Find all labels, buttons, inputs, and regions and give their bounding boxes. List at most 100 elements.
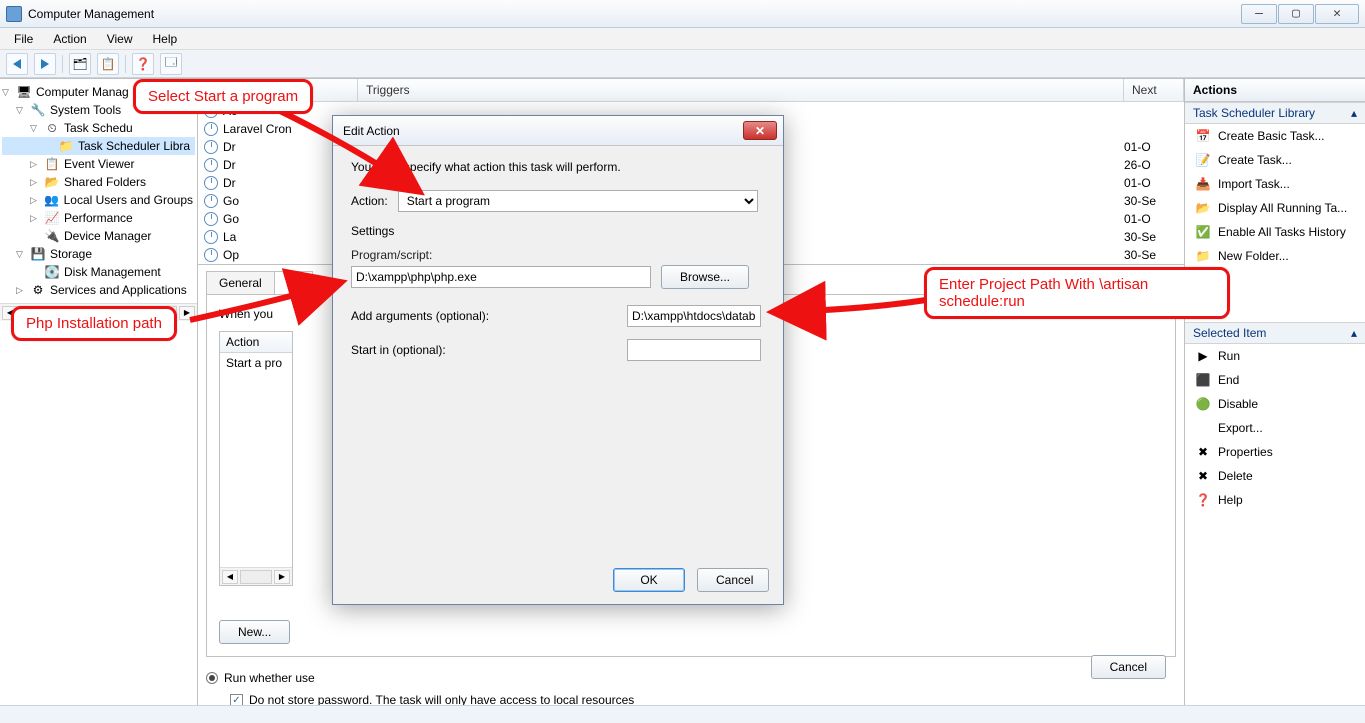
action-icon: 📅: [1195, 128, 1211, 144]
action-cell[interactable]: Start a pro: [220, 353, 292, 373]
action-item[interactable]: 🟢 Disable: [1185, 392, 1365, 416]
tree-label: Computer Manag: [36, 85, 129, 99]
tab-triggers[interactable]: Tri: [274, 271, 314, 294]
action-select[interactable]: Start a program: [398, 190, 758, 212]
toolbar-separator: [62, 55, 63, 73]
action-item[interactable]: Export...: [1185, 416, 1365, 440]
toolbar-icon-1[interactable]: 🗂: [69, 53, 91, 75]
close-button[interactable]: ✕: [1315, 4, 1359, 24]
action-item[interactable]: 📥Import Task...: [1185, 172, 1365, 196]
action-label: Enable All Tasks History: [1218, 225, 1346, 239]
tree-twist-icon[interactable]: [30, 159, 40, 170]
tree-node[interactable]: 💾Storage: [2, 245, 195, 263]
action-item[interactable]: 📂Display All Running Ta...: [1185, 196, 1365, 220]
program-label: Program/script:: [351, 248, 765, 262]
tree-icon: 📂: [44, 174, 60, 190]
task-next: 30-Se: [1124, 230, 1184, 244]
maximize-button[interactable]: ▢: [1278, 4, 1314, 24]
tree-node[interactable]: ⏲Task Schedu: [2, 119, 195, 137]
dialog-title: Edit Action: [343, 124, 400, 138]
nav-forward-button[interactable]: [34, 53, 56, 75]
task-next: 26-O: [1124, 158, 1184, 172]
toolbar-icon-2[interactable]: 📋: [97, 53, 119, 75]
nav-back-button[interactable]: [6, 53, 28, 75]
outer-cancel-button[interactable]: Cancel: [1091, 655, 1166, 679]
action-item[interactable]: ✖Delete: [1185, 464, 1365, 488]
action-item[interactable]: 📁New Folder...: [1185, 244, 1365, 268]
clock-icon: [204, 158, 218, 172]
program-input[interactable]: [351, 266, 651, 288]
browse-button[interactable]: Browse...: [661, 265, 749, 289]
tree-twist-icon[interactable]: [16, 105, 26, 116]
action-icon: ✖: [1195, 444, 1211, 460]
tree-twist-icon[interactable]: [30, 213, 40, 224]
task-name: La: [223, 230, 236, 244]
tree-label: Local Users and Groups: [64, 193, 193, 207]
task-name: Dr: [223, 176, 236, 190]
dialog-close-button[interactable]: ✕: [743, 121, 777, 140]
minimize-button[interactable]: —: [1241, 4, 1277, 24]
actions-section-1[interactable]: Task Scheduler Library▴: [1185, 102, 1365, 124]
startin-input[interactable]: [627, 339, 761, 361]
tree-node[interactable]: ⚙Services and Applications: [2, 281, 195, 299]
tree-node[interactable]: 📂Shared Folders: [2, 173, 195, 191]
toolbar-icon-4[interactable]: 🗔: [160, 53, 182, 75]
tree-twist-icon[interactable]: [16, 249, 26, 260]
checkbox-nopwd[interactable]: ✓: [230, 694, 243, 706]
menu-help[interactable]: Help: [145, 30, 186, 48]
tree-node[interactable]: 👥Local Users and Groups: [2, 191, 195, 209]
tree-node[interactable]: 🔌Device Manager: [2, 227, 195, 245]
tree-node[interactable]: 📈Performance: [2, 209, 195, 227]
action-icon: 📂: [1195, 200, 1211, 216]
app-icon: [6, 6, 22, 22]
new-button[interactable]: New...: [219, 620, 290, 644]
action-icon: ✅: [1195, 224, 1211, 240]
tree-node[interactable]: 📁Task Scheduler Libra: [2, 137, 195, 155]
tree-node[interactable]: 💽Disk Management: [2, 263, 195, 281]
action-icon: 🟢: [1195, 396, 1211, 412]
task-name: Dr: [223, 140, 236, 154]
cancel-button[interactable]: Cancel: [697, 568, 769, 592]
menu-file[interactable]: File: [6, 30, 41, 48]
action-label: Properties: [1218, 445, 1273, 459]
action-item[interactable]: ⬛End: [1185, 368, 1365, 392]
tab-general[interactable]: General: [206, 271, 275, 294]
tree-twist-icon[interactable]: [2, 87, 12, 98]
action-col-hdr: Action: [220, 332, 292, 353]
menu-action[interactable]: Action: [45, 30, 94, 48]
col-next[interactable]: Next: [1124, 79, 1184, 101]
tree-label: Event Viewer: [64, 157, 134, 171]
action-icon: ⬛: [1195, 372, 1211, 388]
action-item[interactable]: ✅ Enable All Tasks History: [1185, 220, 1365, 244]
action-item[interactable]: ❓Help: [1185, 488, 1365, 512]
toolbar-icon-3[interactable]: ❓: [132, 53, 154, 75]
args-input[interactable]: [627, 305, 761, 327]
action-label: New Folder...: [1218, 249, 1289, 263]
action-label: Create Basic Task...: [1218, 129, 1325, 143]
action-label: Run: [1218, 349, 1240, 363]
action-item[interactable]: ✖ Properties: [1185, 440, 1365, 464]
col-triggers[interactable]: Triggers: [358, 79, 1124, 101]
action-icon: [1195, 420, 1211, 436]
tree-twist-icon[interactable]: [30, 123, 40, 134]
startin-label: Start in (optional):: [351, 343, 446, 357]
actions-section-2[interactable]: Selected Item▴: [1185, 322, 1365, 344]
task-name: Op: [223, 248, 239, 262]
tree-twist-icon[interactable]: [30, 177, 40, 188]
tree-icon: 💽: [44, 264, 60, 280]
task-name: Laravel Cron: [223, 122, 292, 136]
tree-twist-icon[interactable]: [30, 195, 40, 206]
toolbar: 🗂 📋 ❓ 🗔: [0, 50, 1365, 78]
radio-run-whether[interactable]: [206, 672, 218, 684]
action-label: Disable: [1218, 397, 1258, 411]
action-item[interactable]: 📅 Create Basic Task...: [1185, 124, 1365, 148]
action-icon: ▶: [1195, 348, 1211, 364]
ok-button[interactable]: OK: [613, 568, 685, 592]
tree-twist-icon[interactable]: [16, 285, 26, 296]
window-controls: — ▢ ✕: [1241, 4, 1359, 24]
action-item[interactable]: ▶ Run: [1185, 344, 1365, 368]
tree-node[interactable]: 📋Event Viewer: [2, 155, 195, 173]
tree-icon: ⚙: [30, 282, 46, 298]
menu-view[interactable]: View: [99, 30, 141, 48]
action-item[interactable]: 📝Create Task...: [1185, 148, 1365, 172]
